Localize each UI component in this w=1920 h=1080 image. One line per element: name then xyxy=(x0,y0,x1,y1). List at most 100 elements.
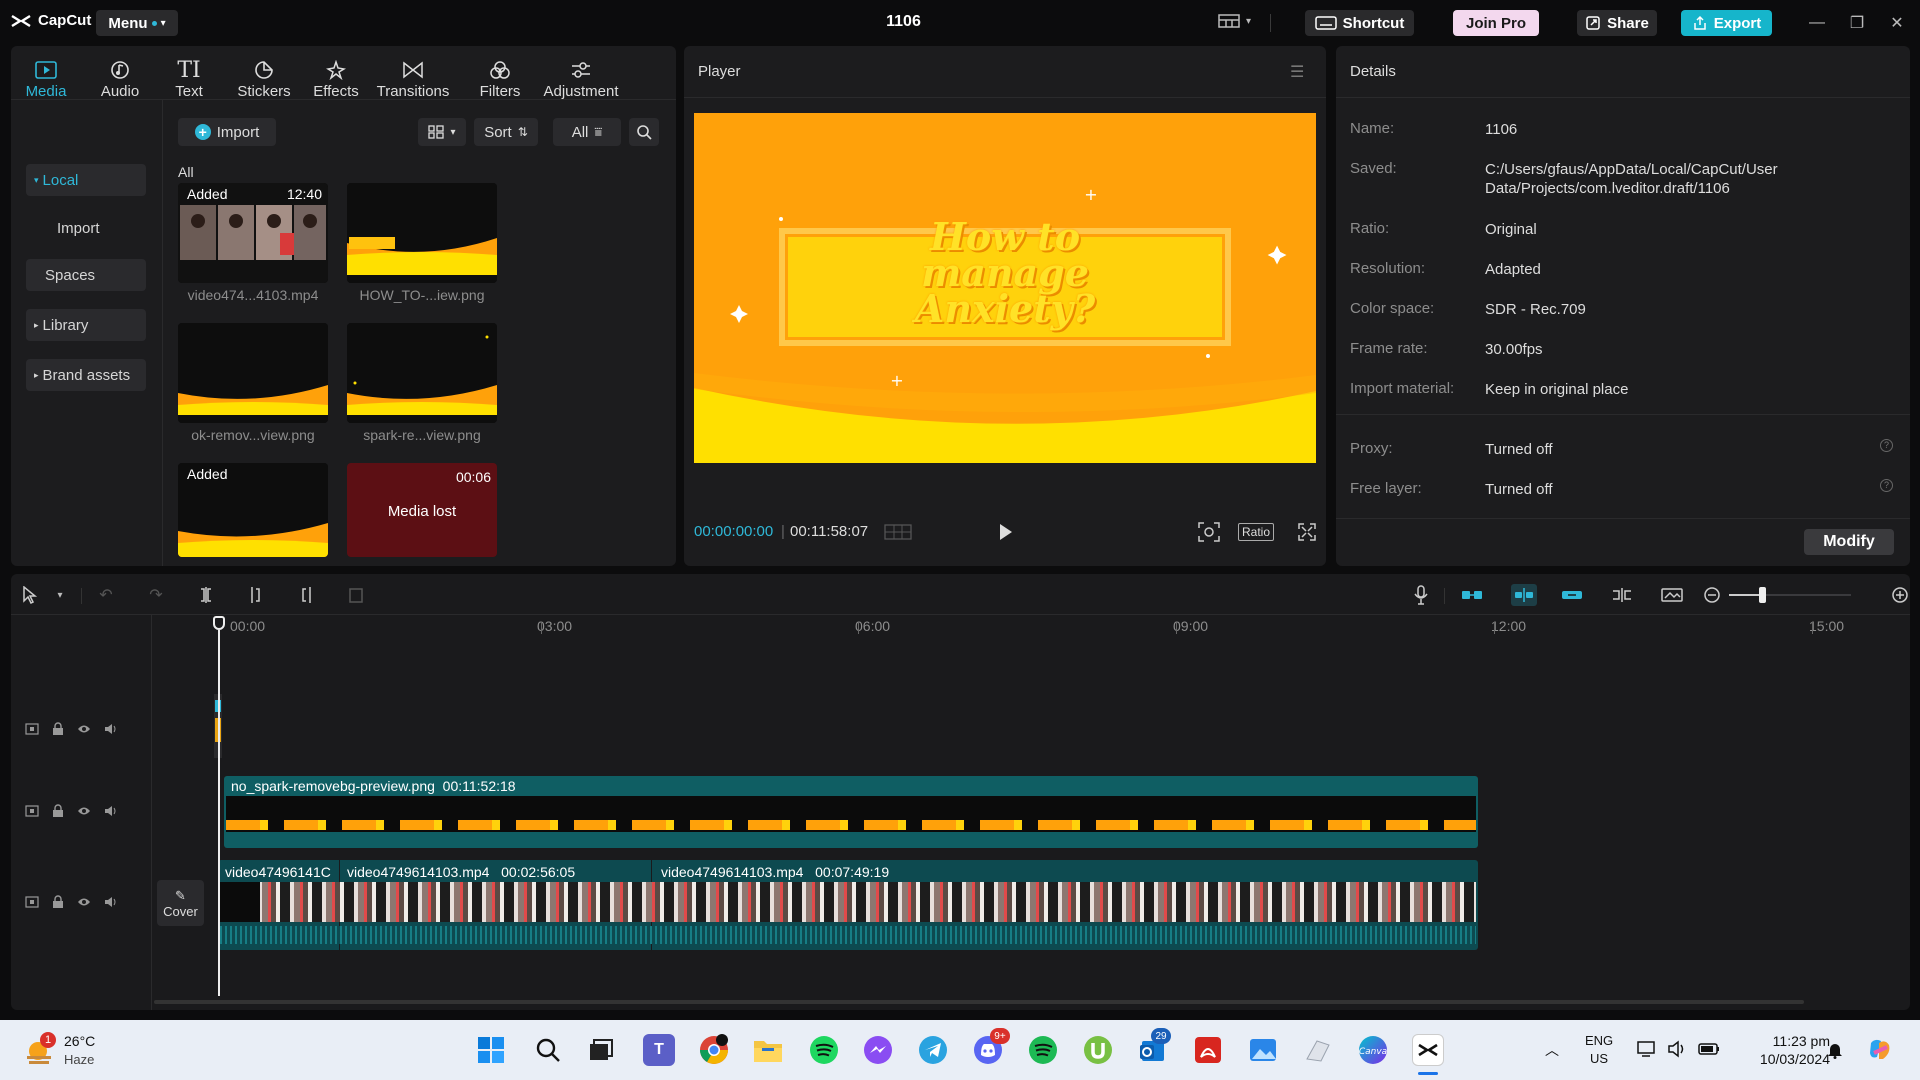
search-button[interactable] xyxy=(629,118,659,146)
weather-widget[interactable]: 1 xyxy=(24,1032,56,1066)
timeline-grid-icon[interactable] xyxy=(884,524,912,540)
help-icon[interactable]: ? xyxy=(1880,479,1893,492)
minimize-icon[interactable]: — xyxy=(1806,12,1828,34)
track-visibility-toggle-icon[interactable] xyxy=(25,722,39,735)
help-icon[interactable]: ? xyxy=(1880,439,1893,452)
paint-app-icon[interactable] xyxy=(1302,1034,1334,1066)
lock-icon[interactable] xyxy=(52,722,64,735)
search-icon[interactable] xyxy=(532,1034,564,1066)
zoom-slider-handle[interactable] xyxy=(1759,587,1766,603)
video-canvas[interactable]: + + How to manage Anxiety? xyxy=(694,113,1316,463)
delete-right-icon[interactable] xyxy=(295,584,317,606)
shortcut-button[interactable]: Shortcut xyxy=(1305,10,1414,36)
export-button[interactable]: Export xyxy=(1681,10,1772,36)
lock-icon[interactable] xyxy=(52,804,64,817)
messenger-icon[interactable] xyxy=(862,1034,894,1066)
fullscreen-icon[interactable] xyxy=(1298,523,1316,541)
timeline-scrollbar[interactable] xyxy=(154,1000,1804,1004)
acrobat-icon[interactable] xyxy=(1192,1034,1224,1066)
undo-icon[interactable]: ↶ xyxy=(95,584,117,606)
canva-icon[interactable]: Canva xyxy=(1357,1034,1389,1066)
delete-icon[interactable] xyxy=(345,584,367,606)
tab-filters[interactable]: Filters xyxy=(475,50,525,100)
tab-effects[interactable]: Effects xyxy=(311,50,361,100)
tab-stickers[interactable]: Stickers xyxy=(233,50,295,100)
join-pro-button[interactable]: Join Pro xyxy=(1453,10,1539,36)
sidebar-item-brand-assets[interactable]: ▸ Brand assets xyxy=(26,359,146,391)
teams-icon[interactable]: T xyxy=(643,1034,675,1066)
speaker-icon[interactable] xyxy=(104,896,118,908)
track-visibility-toggle-icon[interactable] xyxy=(25,895,39,908)
sidebar-item-import[interactable]: Import xyxy=(26,212,146,244)
chevron-down-icon[interactable]: ▾ xyxy=(49,584,71,606)
fit-screen-icon[interactable] xyxy=(1198,522,1220,542)
preview-axis-icon[interactable] xyxy=(1611,584,1633,606)
telegram-icon[interactable] xyxy=(917,1034,949,1066)
hamburger-menu-icon[interactable]: ☰ xyxy=(1290,62,1304,82)
speaker-icon[interactable] xyxy=(104,723,118,735)
start-icon[interactable] xyxy=(475,1034,507,1066)
copilot-icon[interactable] xyxy=(1865,1035,1895,1065)
thumbnail-toggle-icon[interactable] xyxy=(1661,584,1683,606)
share-button[interactable]: Share xyxy=(1577,10,1657,36)
chrome-icon[interactable] xyxy=(698,1034,730,1066)
eye-icon[interactable] xyxy=(77,806,91,816)
tab-transitions[interactable]: Transitions xyxy=(373,50,453,100)
sidebar-item-spaces[interactable]: Spaces xyxy=(26,259,146,291)
import-button[interactable]: + Import xyxy=(178,118,276,146)
media-item-image[interactable] xyxy=(178,323,328,423)
notification-bell-icon[interactable] xyxy=(1826,1041,1844,1059)
delete-left-icon[interactable] xyxy=(245,584,267,606)
media-item-image[interactable]: Added xyxy=(178,463,328,557)
main-track-magnet-icon[interactable] xyxy=(1461,584,1483,606)
speaker-icon[interactable] xyxy=(104,805,118,817)
clock[interactable]: 11:23 pm 10/03/2024 xyxy=(1740,1032,1830,1068)
show-hidden-icons-icon[interactable]: ︿ xyxy=(1545,1040,1559,1060)
play-icon[interactable] xyxy=(998,523,1014,541)
sidebar-item-library[interactable]: ▸ Library xyxy=(26,309,146,341)
zoom-out-icon[interactable] xyxy=(1701,584,1723,606)
split-icon[interactable] xyxy=(195,584,217,606)
utorrent-icon[interactable] xyxy=(1082,1034,1114,1066)
zoom-slider[interactable] xyxy=(1729,587,1851,603)
cover-button[interactable]: ✎ Cover xyxy=(157,880,204,926)
tab-text[interactable]: TI Text xyxy=(169,50,209,101)
layout-button[interactable]: ▾ xyxy=(1218,13,1251,29)
lock-icon[interactable] xyxy=(52,895,64,908)
sticker-track-clip[interactable]: no_spark-removebg-preview.png 00:11:52:1… xyxy=(224,776,1478,848)
tab-media[interactable]: Media xyxy=(21,50,71,100)
microphone-icon[interactable] xyxy=(1410,584,1432,606)
modify-button[interactable]: Modify xyxy=(1804,529,1894,555)
spotify-icon[interactable] xyxy=(808,1034,840,1066)
ratio-button[interactable]: Ratio xyxy=(1238,523,1275,541)
discord-icon[interactable]: 9+ xyxy=(972,1028,1010,1066)
linkage-icon[interactable] xyxy=(1561,584,1583,606)
photos-icon[interactable] xyxy=(1247,1034,1279,1066)
outlook-icon[interactable]: 29 xyxy=(1137,1028,1171,1066)
eye-icon[interactable] xyxy=(77,724,91,734)
playhead-line[interactable] xyxy=(218,630,220,996)
auto-snap-icon[interactable] xyxy=(1511,584,1537,606)
battery-icon[interactable] xyxy=(1698,1041,1720,1057)
filter-all-button[interactable]: All ⩸ xyxy=(553,118,621,146)
file-explorer-icon[interactable] xyxy=(752,1034,784,1066)
network-icon[interactable] xyxy=(1636,1040,1656,1058)
track-visibility-toggle-icon[interactable] xyxy=(25,804,39,817)
sidebar-item-local[interactable]: ▾ Local xyxy=(26,164,146,196)
language-indicator[interactable]: ENG US xyxy=(1585,1032,1613,1068)
eye-icon[interactable] xyxy=(77,897,91,907)
tab-audio[interactable]: Audio xyxy=(95,50,145,100)
media-item-image[interactable] xyxy=(347,183,497,283)
media-item-image[interactable] xyxy=(347,323,497,423)
capcut-taskbar-icon[interactable] xyxy=(1412,1034,1444,1066)
time-ruler[interactable]: 00:00 03:00 06:00 09:00 12:00 15:00 xyxy=(11,614,1910,648)
spotify-green-icon[interactable] xyxy=(1027,1034,1059,1066)
volume-icon[interactable] xyxy=(1667,1040,1687,1058)
select-cursor-icon[interactable] xyxy=(19,584,41,606)
media-item-video[interactable]: Added 12:40 xyxy=(178,183,328,283)
media-item-lost[interactable]: 00:06 Media lost xyxy=(347,463,497,557)
redo-icon[interactable]: ↷ xyxy=(145,584,167,606)
view-mode-button[interactable]: ▾ xyxy=(418,118,466,146)
close-icon[interactable]: ✕ xyxy=(1886,12,1908,34)
tab-adjustment[interactable]: Adjustment xyxy=(531,50,631,100)
